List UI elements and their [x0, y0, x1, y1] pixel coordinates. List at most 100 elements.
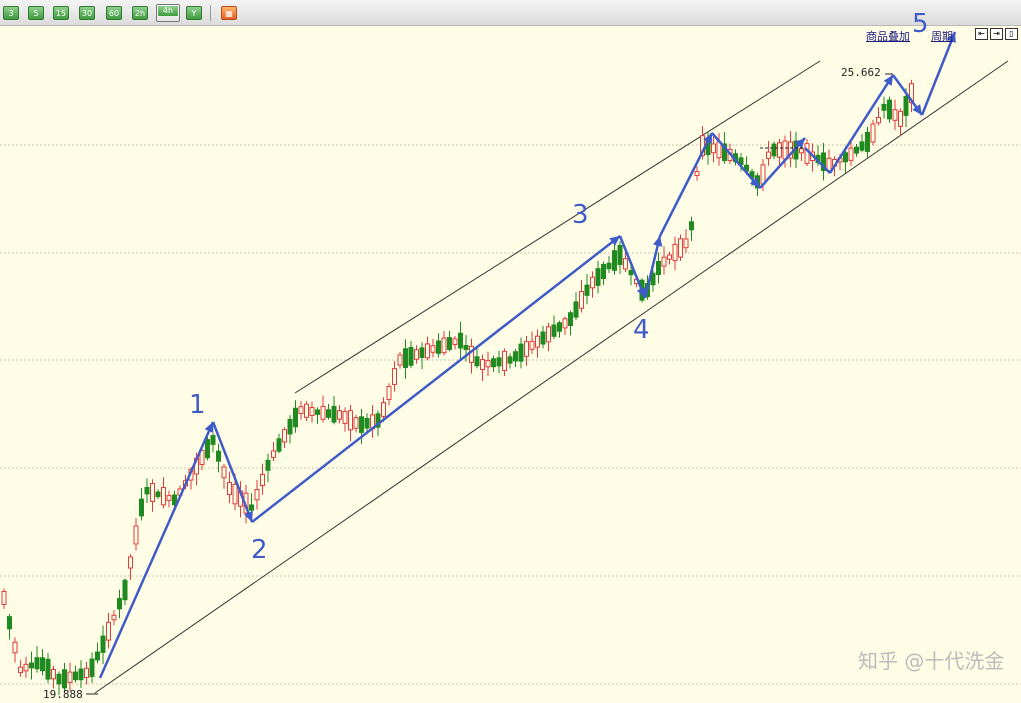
- candle-body: [760, 164, 766, 185]
- candle-body: [364, 417, 370, 429]
- period-4h-label: 4h: [158, 6, 178, 16]
- candle-body: [386, 385, 392, 401]
- candle-body: [1, 591, 7, 605]
- candle-body: [870, 123, 876, 143]
- candle-body: [227, 482, 232, 496]
- chart-grid-icon[interactable]: ▦: [221, 6, 237, 20]
- candle-body: [447, 337, 452, 350]
- candle-body: [353, 417, 359, 429]
- candle-body: [441, 337, 447, 354]
- candle-body: [122, 579, 128, 601]
- wave-label-2: 2: [251, 535, 268, 565]
- candle-body: [293, 407, 298, 428]
- candle-body: [777, 142, 782, 158]
- candle-body: [892, 109, 898, 121]
- candle-body: [7, 616, 12, 630]
- candle-body: [337, 410, 342, 420]
- candle-body: [95, 651, 100, 661]
- candle-body: [133, 525, 139, 545]
- candle-body: [117, 598, 122, 610]
- candle-body: [342, 411, 348, 424]
- candle-body: [535, 335, 540, 348]
- candle-body: [56, 673, 62, 685]
- candle-body: [546, 326, 551, 343]
- period-15-button[interactable]: 15: [53, 6, 69, 20]
- candle-body: [392, 368, 397, 385]
- period-day-button[interactable]: Y: [186, 6, 202, 20]
- zoom-left-icon[interactable]: ⇤: [975, 28, 988, 40]
- candle-body: [359, 416, 364, 433]
- candle-body: [804, 143, 810, 164]
- candle-body: [221, 466, 227, 479]
- candle-body: [524, 341, 529, 357]
- candle-body: [766, 151, 771, 159]
- candle-body: [315, 409, 320, 415]
- wave-label-5: 5: [912, 9, 929, 39]
- wave-4b-arrow-head: [653, 236, 663, 247]
- period-3-button[interactable]: 3: [3, 6, 19, 20]
- candle-body: [865, 131, 870, 152]
- candle-body: [381, 402, 386, 417]
- candle-body: [584, 284, 590, 296]
- candle-body: [854, 146, 859, 154]
- period-4h-button[interactable]: 4h: [156, 4, 180, 22]
- candle-body: [62, 669, 67, 689]
- candle-body: [249, 504, 254, 511]
- candle-body: [782, 140, 788, 160]
- candle-body: [150, 483, 155, 502]
- candle-body: [568, 312, 573, 327]
- period-link[interactable]: 周期: [931, 28, 953, 44]
- candle-body: [502, 350, 507, 371]
- candle-body: [667, 254, 672, 260]
- wave-3-arrow: [251, 235, 621, 523]
- candle-body: [683, 238, 689, 249]
- candle-body: [254, 489, 260, 501]
- candle-body: [606, 262, 612, 270]
- candle-body: [166, 495, 172, 501]
- period-5-button[interactable]: 5: [28, 6, 44, 20]
- zoom-right-icon[interactable]: ⇥: [990, 28, 1003, 40]
- candle-body: [590, 276, 595, 289]
- candle-body: [271, 450, 276, 458]
- full-view-icon[interactable]: ▯: [1005, 28, 1018, 40]
- period-30-button[interactable]: 30: [79, 6, 95, 20]
- candle-body: [78, 668, 84, 681]
- candle-body: [628, 269, 634, 276]
- candle-body: [144, 486, 150, 495]
- candle-body: [612, 250, 617, 271]
- candle-body: [491, 358, 496, 368]
- candle-body: [694, 170, 700, 177]
- overlay-link[interactable]: 商品叠加: [866, 28, 910, 44]
- candle-body: [898, 110, 903, 127]
- candle-body: [513, 351, 518, 362]
- candle-body: [12, 641, 18, 654]
- candle-body: [414, 349, 419, 360]
- candle-body: [601, 263, 606, 280]
- wave-5e-arrow: [828, 74, 895, 174]
- candle-body: [403, 348, 408, 369]
- channel-upper-line: [294, 60, 821, 394]
- candle-body: [579, 290, 584, 309]
- candle-body: [84, 667, 89, 679]
- wave-5g-arrow: [920, 31, 957, 116]
- candle-body: [463, 344, 469, 351]
- candle-body: [89, 658, 95, 677]
- wave-5a-arrow: [658, 132, 714, 237]
- candle-body: [419, 347, 425, 358]
- candle-body: [29, 662, 34, 669]
- candle-body: [155, 491, 161, 498]
- candle-body: [430, 345, 436, 353]
- candle-body: [573, 301, 579, 318]
- candle-body: [903, 96, 909, 116]
- candle-body: [232, 483, 238, 505]
- period-2h-button[interactable]: 2h: [132, 6, 148, 20]
- candle-body: [73, 671, 78, 681]
- candle-body: [397, 354, 403, 366]
- period-60-button[interactable]: 60: [106, 6, 122, 20]
- candle-body: [540, 331, 546, 345]
- candle-body: [425, 343, 430, 359]
- period-toolbar: 3 5 15 30 60 2h 4h Y ▦: [0, 0, 1021, 26]
- candle-body: [623, 258, 628, 270]
- candle-body: [887, 99, 892, 120]
- candle-body: [45, 658, 51, 680]
